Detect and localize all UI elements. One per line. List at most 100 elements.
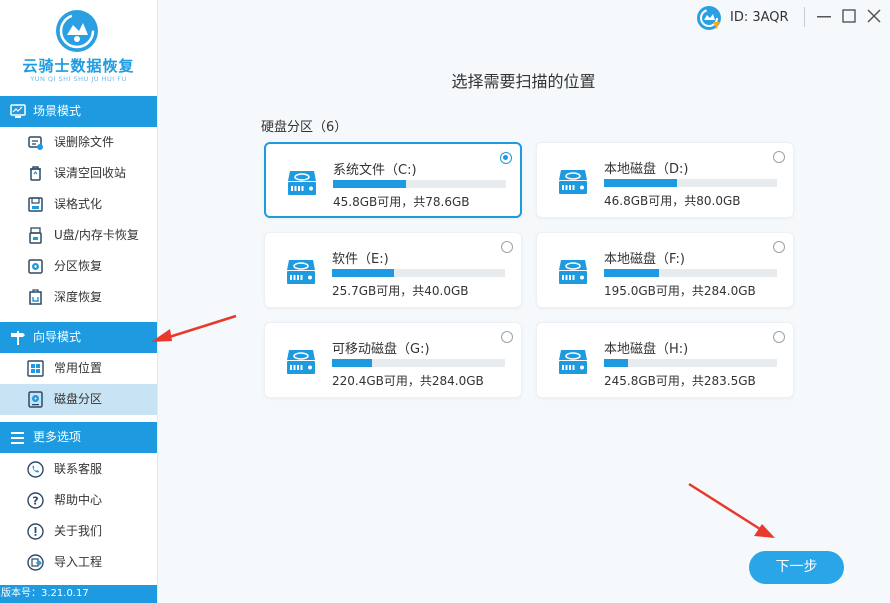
nav-item-partition-recovery[interactable]: 分区恢复 xyxy=(0,251,157,282)
nav-label: 帮助中心 xyxy=(54,493,103,507)
nav-label: 误格式化 xyxy=(54,197,103,211)
drive-name: 本地磁盘（F:) xyxy=(604,252,685,267)
drive-usage-fill xyxy=(333,180,406,188)
drive-size: 45.8GB可用，共78.6GB xyxy=(333,195,470,209)
drive-card[interactable]: 系统文件（C:) 45.8GB可用，共78.6GB xyxy=(264,142,522,218)
hard-drive-icon xyxy=(559,170,587,194)
drive-card[interactable]: 本地磁盘（F:) 195.0GB可用，共284.0GB xyxy=(536,232,794,308)
hard-drive-icon xyxy=(287,350,315,374)
drive-radio[interactable] xyxy=(501,331,513,343)
drive-usage-bar xyxy=(604,269,777,277)
nav-item-deep-recovery[interactable]: 深度恢复 xyxy=(0,282,157,313)
recycle-bin-icon xyxy=(30,166,41,181)
monitor-icon xyxy=(10,104,26,118)
disk-icon xyxy=(28,391,43,408)
partition-icon xyxy=(28,259,43,274)
user-avatar-icon[interactable] xyxy=(696,5,722,31)
drive-usage-fill xyxy=(604,359,629,367)
drive-usage-fill xyxy=(604,179,677,187)
nav-label: 分区恢复 xyxy=(54,259,103,273)
hard-drive-icon xyxy=(559,350,587,374)
menu-icon xyxy=(11,432,24,444)
question-icon: ? xyxy=(27,492,44,509)
usb-drive-icon xyxy=(29,227,42,244)
drive-size: 25.7GB可用，共40.0GB xyxy=(332,284,469,298)
next-button[interactable]: 下一步 xyxy=(749,551,844,584)
nav-label: 联系客服 xyxy=(54,462,103,476)
section-more-options: 更多选项 xyxy=(0,422,157,453)
drive-radio[interactable] xyxy=(773,241,785,253)
user-id: ID: 3AQR xyxy=(730,10,789,25)
nav-item-usb-recovery[interactable]: U盘/内存卡恢复 xyxy=(0,220,157,251)
nav-label: 导入工程 xyxy=(54,555,103,569)
phone-icon xyxy=(27,461,44,478)
nav-label: 关于我们 xyxy=(54,524,103,538)
app-window: 云骑士数据恢复 YUN QI SHI SHU JU HUI FU 场景模式 误删… xyxy=(0,0,890,603)
nav-item-deleted-files[interactable]: 误删除文件 xyxy=(0,127,157,158)
drive-usage-fill xyxy=(604,269,660,277)
drive-size: 220.4GB可用，共284.0GB xyxy=(332,374,484,388)
drive-radio[interactable] xyxy=(773,331,785,343)
titlebar-separator xyxy=(804,7,805,27)
deep-scan-icon xyxy=(29,289,42,305)
section-scene-mode: 场景模式 xyxy=(0,96,157,127)
nav-item-format[interactable]: 误格式化 xyxy=(0,189,157,220)
drive-radio[interactable] xyxy=(773,151,785,163)
nav-label: 磁盘分区 xyxy=(54,392,103,406)
svg-text:?: ? xyxy=(32,495,38,508)
nav-label: 误清空回收站 xyxy=(54,166,127,180)
nav-item-customer-service[interactable]: 联系客服 xyxy=(0,454,157,485)
nav-label: 常用位置 xyxy=(54,361,103,375)
minimize-icon[interactable] xyxy=(815,6,833,26)
format-disk-icon xyxy=(28,197,43,212)
drive-name: 本地磁盘（H:) xyxy=(604,342,689,357)
drive-radio[interactable] xyxy=(501,241,513,253)
drive-name: 本地磁盘（D:) xyxy=(604,162,689,177)
drive-card[interactable]: 本地磁盘（D:) 46.8GB可用，共80.0GB xyxy=(536,142,794,218)
drive-card[interactable]: 可移动磁盘（G:) 220.4GB可用，共284.0GB xyxy=(264,322,522,398)
nav-label: U盘/内存卡恢复 xyxy=(54,228,139,242)
drive-size: 46.8GB可用，共80.0GB xyxy=(604,194,741,208)
drive-name: 可移动磁盘（G:) xyxy=(332,342,430,357)
nav-item-import-project[interactable]: 导入工程 xyxy=(0,547,157,578)
info-icon xyxy=(27,523,44,540)
section-guide-mode: 向导模式 xyxy=(0,322,157,353)
drive-size: 245.8GB可用，共283.5GB xyxy=(604,374,756,388)
logo-icon xyxy=(56,10,98,52)
page-title: 选择需要扫描的位置 xyxy=(451,72,596,91)
drive-usage-bar xyxy=(604,359,777,367)
nav-label: 误删除文件 xyxy=(54,135,115,149)
section-label: 向导模式 xyxy=(33,330,82,344)
hard-drive-icon xyxy=(288,171,316,195)
nav-item-recycle-bin[interactable]: 误清空回收站 xyxy=(0,158,157,189)
drive-name: 软件（E:) xyxy=(332,252,389,267)
import-icon xyxy=(27,554,44,571)
nav-item-disk-partition[interactable]: 磁盘分区 xyxy=(0,384,157,415)
drive-card[interactable]: 本地磁盘（H:) 245.8GB可用，共283.5GB xyxy=(536,322,794,398)
nav-item-common-locations[interactable]: 常用位置 xyxy=(0,353,157,384)
nav-label: 深度恢复 xyxy=(54,290,103,304)
hard-drive-icon xyxy=(559,260,587,284)
version-label: 版本号：3.21.0.17 xyxy=(0,585,157,603)
drive-card[interactable]: 软件（E:) 25.7GB可用，共40.0GB xyxy=(264,232,522,308)
drive-usage-bar xyxy=(333,180,506,188)
nav-item-about-us[interactable]: 关于我们 xyxy=(0,516,157,547)
signpost-icon xyxy=(11,331,25,345)
red-arrow-down-icon xyxy=(688,482,775,538)
windows-icon xyxy=(27,360,44,377)
drive-radio[interactable] xyxy=(500,152,512,164)
drive-usage-fill xyxy=(332,359,372,367)
drive-usage-bar xyxy=(332,359,505,367)
drive-usage-fill xyxy=(332,269,395,277)
drive-usage-bar xyxy=(332,269,505,277)
section-label: 场景模式 xyxy=(33,104,82,118)
maximize-icon[interactable] xyxy=(840,6,858,26)
hard-drive-icon xyxy=(287,260,315,284)
drive-size: 195.0GB可用，共284.0GB xyxy=(604,284,756,298)
drive-name: 系统文件（C:) xyxy=(333,163,417,178)
red-arrow-left-icon xyxy=(151,314,237,342)
close-icon[interactable] xyxy=(865,6,883,26)
partition-count-label: 硬盘分区（6） xyxy=(261,120,348,135)
drive-usage-bar xyxy=(604,179,777,187)
nav-item-help-center[interactable]: ? 帮助中心 xyxy=(0,485,157,516)
